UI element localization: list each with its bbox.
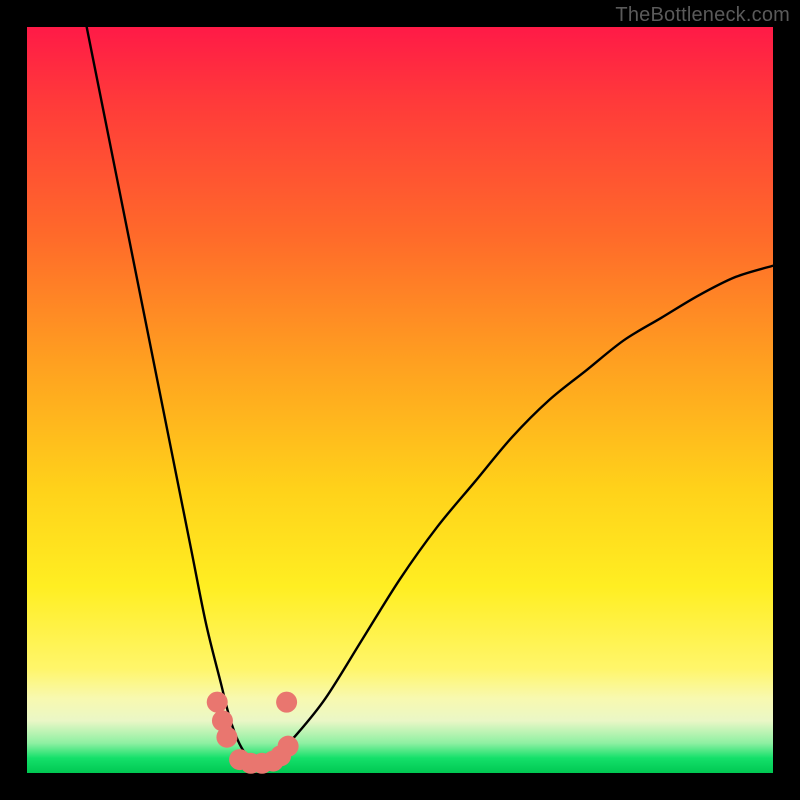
bottleneck-curve [87, 27, 773, 762]
chart-frame: TheBottleneck.com [0, 0, 800, 800]
curve-marker [278, 736, 299, 757]
plot-area [27, 27, 773, 773]
curve-marker [276, 692, 297, 713]
curve-marker [216, 727, 237, 748]
watermark-text: TheBottleneck.com [615, 4, 790, 27]
curve-marker [207, 692, 228, 713]
curve-markers [207, 692, 299, 774]
chart-svg [27, 27, 773, 773]
